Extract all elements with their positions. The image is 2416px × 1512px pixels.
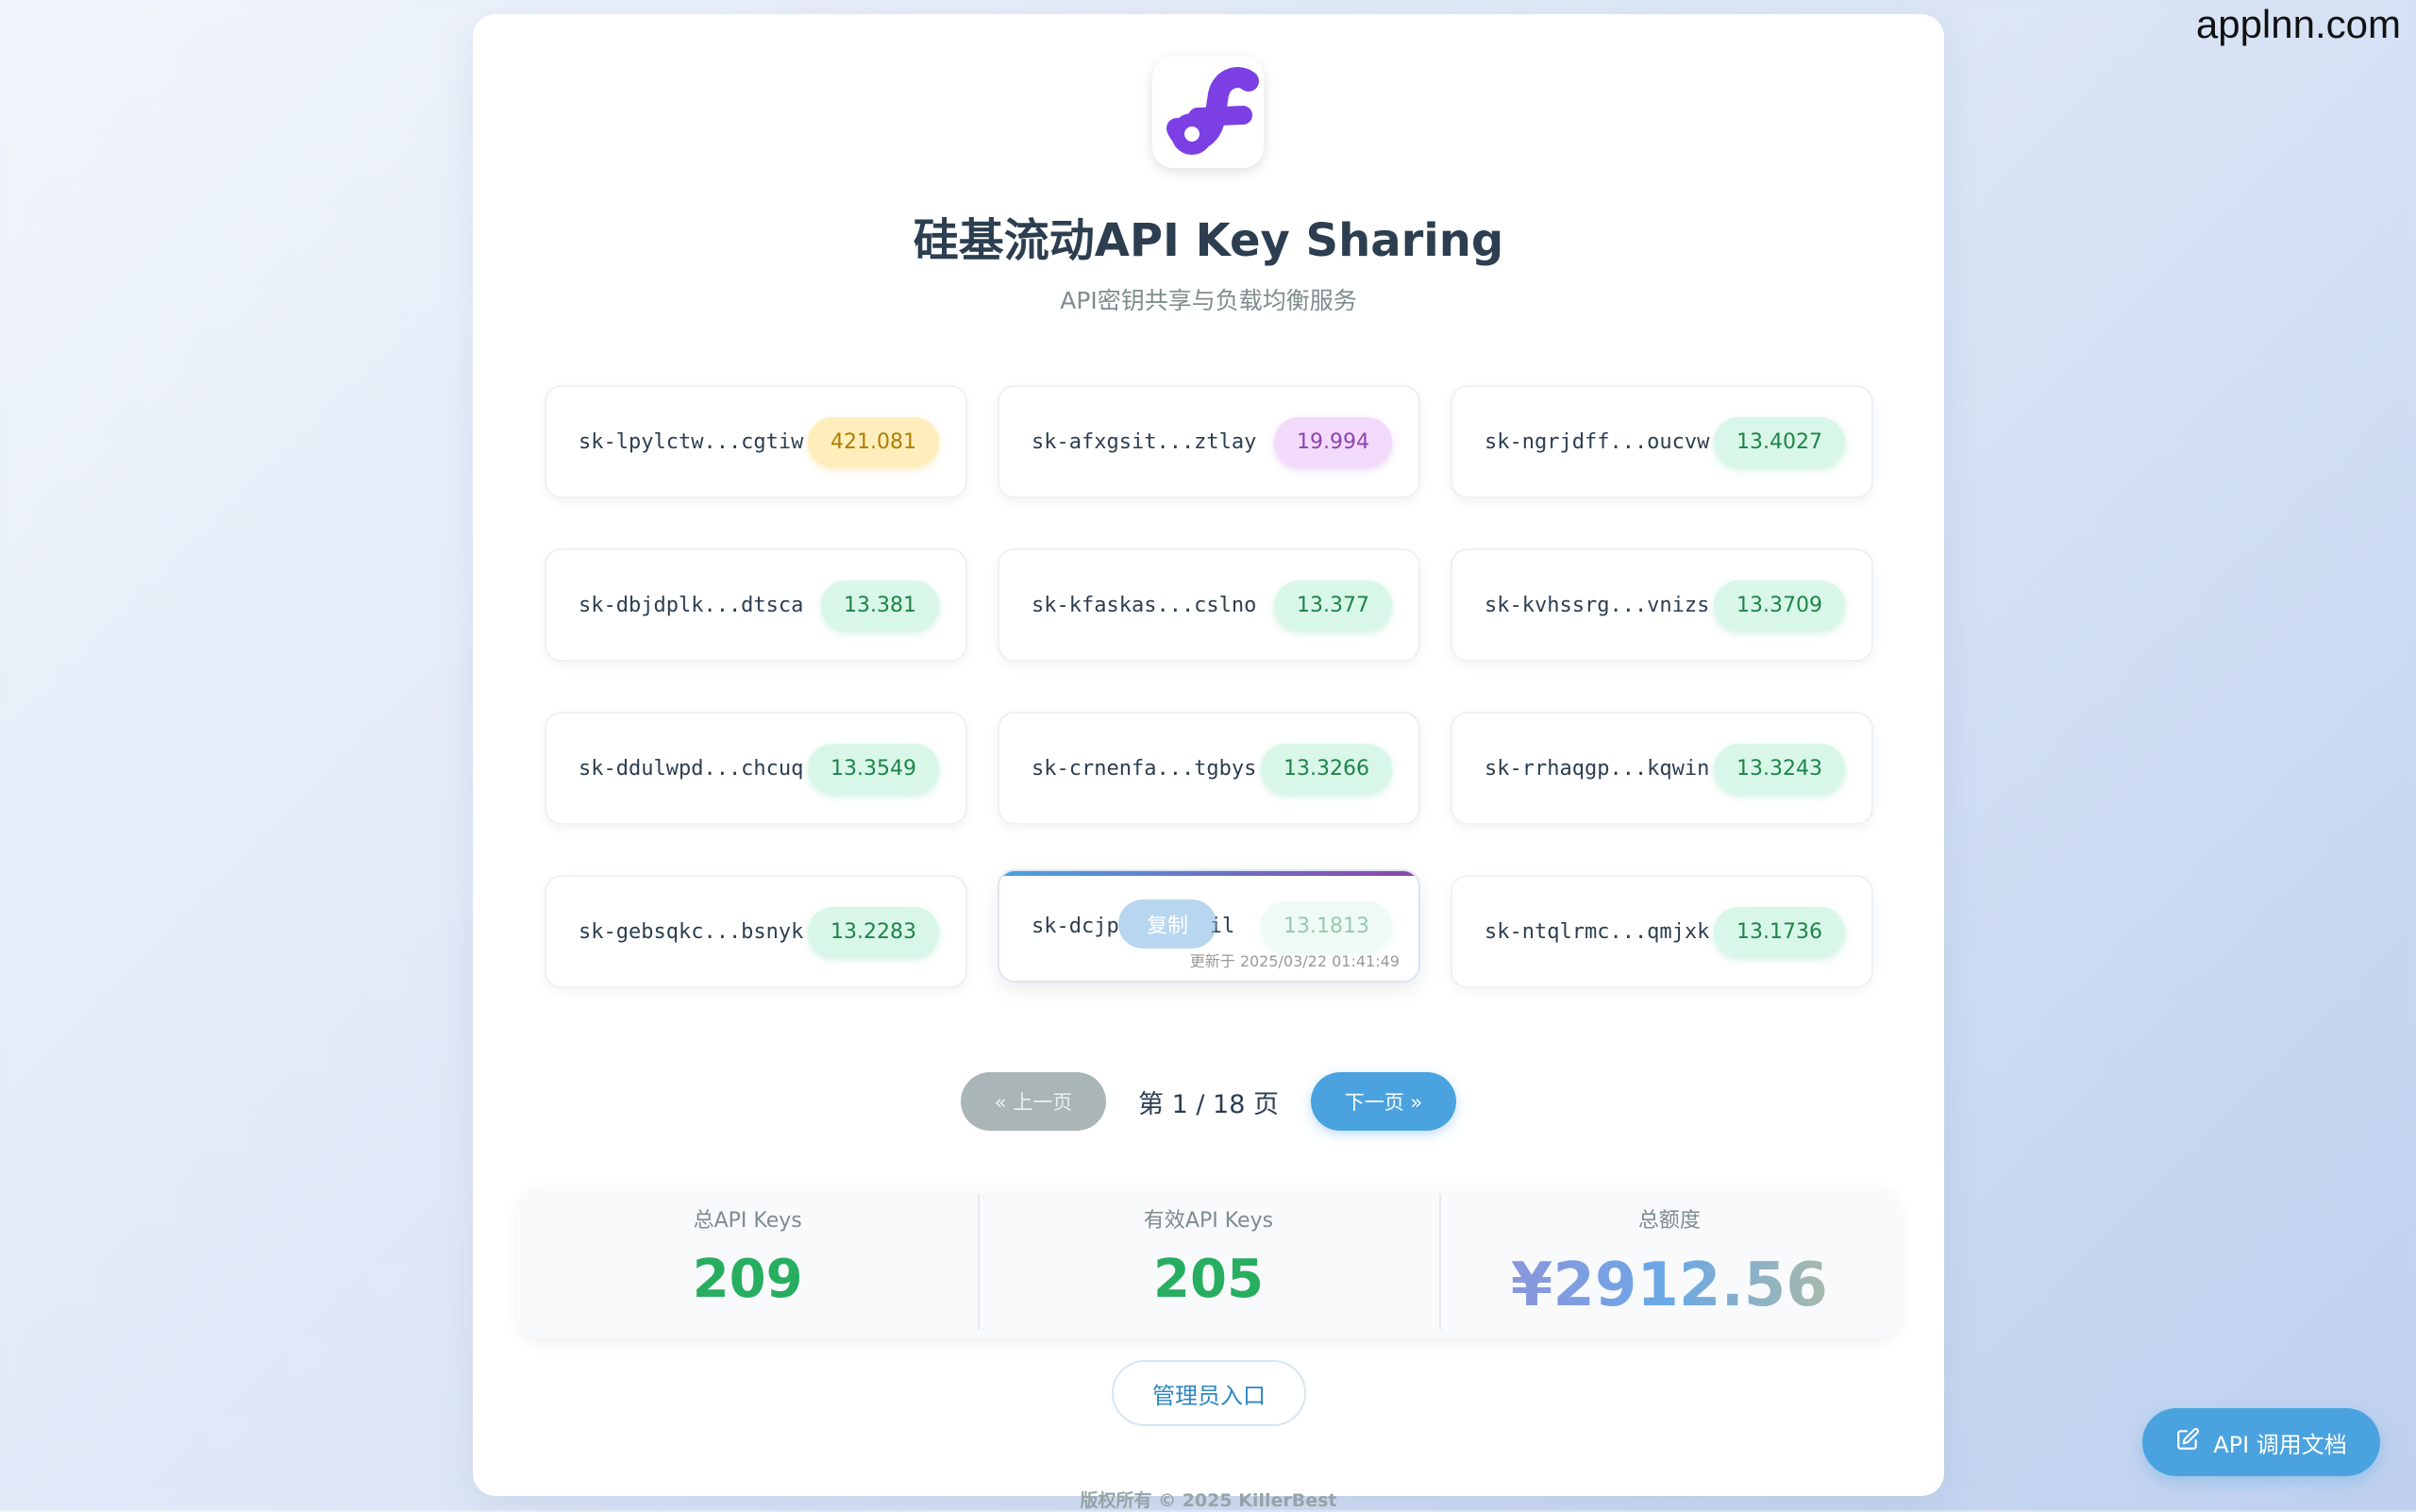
page-info: 第 1 / 18 页: [1138, 1089, 1279, 1119]
key-card[interactable]: sk-lpylctw...cgtiw 421.081: [545, 385, 967, 498]
key-card[interactable]: sk-rrhaqgp...kqwin 13.3243: [1451, 712, 1873, 825]
key-text: sk-afxgsit...ztlay: [1032, 429, 1257, 454]
key-card[interactable]: sk-dbjdplk...dtsca 13.381: [545, 548, 967, 662]
balance-badge: 13.3549: [808, 743, 939, 794]
stat-label: 总API Keys: [693, 1209, 802, 1233]
balance-badge: 13.1736: [1714, 906, 1845, 957]
api-docs-label: API 调用文档: [2213, 1431, 2347, 1458]
key-card[interactable]: sk-afxgsit...ztlay 19.994: [998, 385, 1420, 498]
siliconflow-logo-icon: [1152, 57, 1264, 168]
stat-value: ¥2912.56: [1439, 1251, 1900, 1320]
stat-total-keys: 总API Keys 209: [517, 1186, 978, 1337]
key-card[interactable]: sk-ngrjdff...oucvw 13.4027: [1451, 385, 1873, 498]
key-text: sk-dbjdplk...dtsca: [579, 593, 804, 617]
stat-value: 209: [692, 1249, 803, 1310]
key-text: sk-ngrjdff...oucvw: [1485, 429, 1710, 454]
key-card-hovered[interactable]: sk-dcjp il 13.1813 复制 更新于 2025/03/22 01:4…: [998, 869, 1420, 983]
balance-badge: 13.1813: [1261, 900, 1392, 951]
key-text: sk-ntqlrmc...qmjxk: [1485, 919, 1710, 944]
balance-badge: 13.3243: [1714, 743, 1845, 794]
balance-badge: 421.081: [808, 416, 939, 467]
stat-label: 有效API Keys: [1143, 1209, 1274, 1233]
prev-page-button[interactable]: « 上一页: [961, 1072, 1107, 1131]
balance-badge: 13.381: [821, 580, 939, 630]
stat-value: 205: [1153, 1249, 1264, 1310]
admin-entry-button[interactable]: 管理员入口: [1112, 1360, 1306, 1426]
key-text: sk-ddulwpd...chcuq: [579, 756, 804, 781]
next-page-button[interactable]: 下一页 »: [1310, 1072, 1456, 1131]
key-card[interactable]: sk-ntqlrmc...qmjxk 13.1736: [1451, 875, 1873, 988]
balance-badge: 13.3266: [1261, 743, 1392, 794]
key-text: sk-lpylctw...cgtiw: [579, 429, 804, 454]
key-text: sk-kvhssrg...vnizs: [1485, 593, 1710, 617]
balance-badge: 13.377: [1274, 580, 1392, 630]
key-card[interactable]: sk-gebsqkc...bsnyk 13.2283: [545, 875, 967, 988]
page-subtitle: API密钥共享与负载均衡服务: [1060, 287, 1357, 314]
stat-valid-keys: 有效API Keys 205: [978, 1186, 1438, 1337]
balance-badge: 13.4027: [1714, 416, 1845, 467]
copy-button[interactable]: 复制: [1118, 899, 1216, 949]
key-grid: sk-lpylctw...cgtiw 421.081 sk-afxgsit...…: [545, 385, 1875, 988]
key-card[interactable]: sk-ddulwpd...chcuq 13.3549: [545, 712, 967, 825]
balance-badge: 13.3709: [1714, 580, 1845, 630]
stat-label: 总额度: [1637, 1209, 1701, 1233]
key-text-head: sk-dcjp: [1032, 914, 1119, 938]
pagination: « 上一页 第 1 / 18 页 下一页 »: [473, 1072, 1944, 1131]
api-docs-button[interactable]: API 调用文档: [2142, 1408, 2380, 1476]
key-card[interactable]: sk-crnenfa...tgbys 13.3266: [998, 712, 1420, 825]
card-accent-bar: [999, 871, 1418, 876]
balance-badge: 13.2283: [808, 906, 939, 957]
key-text: sk-crnenfa...tgbys: [1032, 756, 1257, 781]
key-card[interactable]: sk-kfaskas...cslno 13.377: [998, 548, 1420, 662]
key-card[interactable]: sk-kvhssrg...vnizs 13.3709: [1451, 548, 1873, 662]
key-text: sk-gebsqkc...bsnyk: [579, 919, 804, 944]
page-title: 硅基流动API Key Sharing: [913, 214, 1504, 267]
balance-badge: 19.994: [1274, 416, 1392, 467]
stats-panel: 总API Keys 209 有效API Keys 205 总额度 ¥2912.5…: [517, 1186, 1900, 1337]
edit-icon: [2175, 1427, 2200, 1457]
updated-time: 更新于 2025/03/22 01:41:49: [1189, 952, 1400, 970]
stat-total-balance: 总额度 ¥2912.56: [1438, 1186, 1900, 1337]
watermark: applnn.com: [2195, 2, 2401, 46]
main-card: 硅基流动API Key Sharing API密钥共享与负载均衡服务 sk-lp…: [473, 14, 1944, 1511]
key-text: sk-kfaskas...cslno: [1032, 593, 1257, 617]
key-text: sk-rrhaqgp...kqwin: [1485, 756, 1710, 781]
footer-copyright: 版权所有 © 2025 KillerBest: [1080, 1490, 1337, 1511]
